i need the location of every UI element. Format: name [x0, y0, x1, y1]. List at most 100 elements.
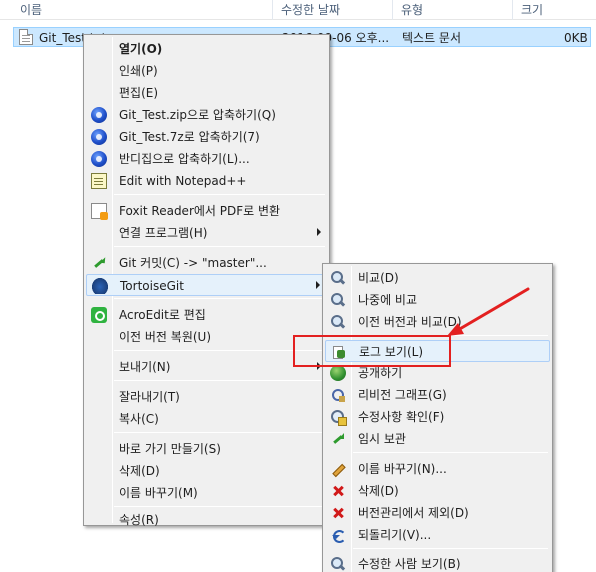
- acroedit-icon: [91, 307, 107, 323]
- menu-item-acroedit[interactable]: AcroEdit로 편집: [86, 304, 327, 326]
- submenu-item-stash[interactable]: 임시 보관: [325, 428, 550, 450]
- delete-x-icon: [330, 505, 346, 521]
- menu-item-open[interactable]: 열기(O): [86, 38, 327, 60]
- menu-item-edit[interactable]: 편집(E): [86, 82, 327, 104]
- tortoisegit-icon: [92, 278, 108, 294]
- zip-icon: [91, 129, 107, 145]
- menu-separator: [114, 298, 325, 299]
- file-type: 텍스트 문서: [402, 31, 462, 45]
- column-separator[interactable]: [392, 0, 393, 20]
- menu-separator: [114, 246, 325, 247]
- submenu-item-revision-graph[interactable]: 리비전 그래프(G): [325, 384, 550, 406]
- menu-item-label: 삭제(D): [358, 484, 399, 498]
- submenu-item-delete-keep-local[interactable]: 버전관리에서 제외(D): [325, 502, 550, 524]
- menu-item-label: 삭제(D): [119, 464, 160, 478]
- file-size: 0KB: [564, 31, 588, 45]
- menu-item-create-shortcut[interactable]: 바로 가기 만들기(S): [86, 438, 327, 460]
- menu-item-label: 속성(R): [119, 513, 159, 527]
- submenu-item-diff-later[interactable]: 나중에 비교: [325, 289, 550, 311]
- submenu-item-diff[interactable]: 비교(D): [325, 267, 550, 289]
- column-separator[interactable]: [512, 0, 513, 20]
- menu-item-label: 버전관리에서 제외(D): [358, 506, 469, 520]
- menu-item-open-with[interactable]: 연결 프로그램(H): [86, 222, 327, 244]
- menu-item-label: 이전 버전 복원(U): [119, 330, 212, 344]
- column-name-header[interactable]: 이름: [20, 2, 42, 18]
- magnifier-icon: [330, 314, 346, 330]
- menu-item-label: 반디집으로 압축하기(L)...: [119, 152, 250, 166]
- menu-item-label: TortoiseGit: [120, 279, 184, 293]
- menu-item-notepadpp[interactable]: Edit with Notepad++: [86, 170, 327, 192]
- menu-item-print[interactable]: 인쇄(P): [86, 60, 327, 82]
- submenu-item-check-modifications[interactable]: 수정사항 확인(F): [325, 406, 550, 428]
- menu-item-label: 이전 버전과 비교(D): [358, 315, 462, 329]
- menu-item-foxit[interactable]: Foxit Reader에서 PDF로 변환: [86, 200, 327, 222]
- menu-item-bandizip[interactable]: 반디집으로 압축하기(L)...: [86, 148, 327, 170]
- menu-item-label: Git 커밋(C) -> "master"...: [119, 256, 267, 270]
- menu-item-label: 열기(O): [119, 42, 163, 56]
- menu-item-label: 수정한 사람 보기(B): [358, 557, 461, 571]
- menu-item-7z[interactable]: Git_Test.7z로 압축하기(7): [86, 126, 327, 148]
- column-modified-header[interactable]: 수정한 날짜: [281, 2, 340, 18]
- stash-icon: [330, 431, 346, 447]
- menu-item-label: 잘라내기(T): [119, 390, 180, 404]
- column-type-header[interactable]: 유형: [401, 2, 423, 18]
- menu-item-git-commit[interactable]: Git 커밋(C) -> "master"...: [86, 252, 327, 274]
- menu-item-label: 리비전 그래프(G): [358, 388, 447, 402]
- menu-item-rename[interactable]: 이름 바꾸기(M): [86, 482, 327, 504]
- submenu-item-blame[interactable]: 수정한 사람 보기(B): [325, 553, 550, 572]
- menu-item-tortoisegit[interactable]: TortoiseGit: [86, 274, 327, 296]
- menu-item-label: Edit with Notepad++: [119, 174, 247, 188]
- menu-separator: [353, 548, 548, 549]
- submenu-item-rename[interactable]: 이름 바꾸기(N)...: [325, 458, 550, 480]
- globe-icon: [330, 365, 346, 381]
- menu-item-cut[interactable]: 잘라내기(T): [86, 386, 327, 408]
- menu-item-label: AcroEdit로 편집: [119, 308, 206, 322]
- menu-item-label: 수정사항 확인(F): [358, 410, 445, 424]
- menu-separator: [114, 380, 325, 381]
- magnifier-icon: [330, 292, 346, 308]
- highlight-box: [293, 335, 451, 367]
- menu-item-zip[interactable]: Git_Test.zip으로 압축하기(Q): [86, 104, 327, 126]
- menu-item-label: 바로 가기 만들기(S): [119, 442, 221, 456]
- menu-item-label: Git_Test.zip으로 압축하기(Q): [119, 108, 276, 122]
- menu-item-label: 임시 보관: [358, 432, 406, 446]
- menu-item-label: Git_Test.7z로 압축하기(7): [119, 130, 260, 144]
- menu-item-restore-previous[interactable]: 이전 버전 복원(U): [86, 326, 327, 348]
- submenu-item-delete[interactable]: 삭제(D): [325, 480, 550, 502]
- menu-item-copy[interactable]: 복사(C): [86, 408, 327, 430]
- magnifier-icon: [330, 556, 346, 572]
- menu-item-label: 공개하기: [358, 366, 403, 380]
- menu-item-label: 이름 바꾸기(N)...: [358, 462, 447, 476]
- column-header-bar: 이름 수정한 날짜 유형 크기: [0, 0, 596, 20]
- delete-x-icon: [330, 483, 346, 499]
- magnifier-icon: [330, 270, 346, 286]
- menu-item-label: 비교(D): [358, 271, 399, 285]
- check-modifications-icon: [330, 409, 347, 426]
- menu-item-send-to[interactable]: 보내기(N): [86, 356, 327, 378]
- zip-icon: [91, 151, 107, 167]
- column-separator[interactable]: [272, 0, 273, 20]
- text-file-icon: [19, 29, 33, 45]
- submenu-arrow-icon: [317, 228, 321, 236]
- submenu-item-revert[interactable]: 되돌리기(V)...: [325, 524, 550, 546]
- pencil-icon: [330, 461, 346, 477]
- menu-item-label: 되돌리기(V)...: [358, 528, 432, 542]
- menu-item-label: 복사(C): [119, 412, 159, 426]
- revision-graph-icon: [330, 387, 346, 403]
- submenu-item-diff-previous[interactable]: 이전 버전과 비교(D): [325, 311, 550, 333]
- menu-item-label: 편집(E): [119, 86, 159, 100]
- menu-item-label: 인쇄(P): [119, 64, 158, 78]
- tortoisegit-submenu: 비교(D) 나중에 비교 이전 버전과 비교(D) 로그 보기(L) 공개하기 …: [322, 263, 553, 572]
- column-size-header[interactable]: 크기: [521, 2, 543, 18]
- menu-item-label: 나중에 비교: [358, 293, 418, 307]
- menu-separator: [114, 194, 325, 195]
- zip-icon: [91, 107, 107, 123]
- menu-item-label: 보내기(N): [119, 360, 171, 374]
- submenu-arrow-icon: [316, 281, 320, 289]
- menu-separator: [114, 432, 325, 433]
- context-menu: 열기(O) 인쇄(P) 편집(E) Git_Test.zip으로 압축하기(Q)…: [83, 34, 330, 527]
- menu-item-delete[interactable]: 삭제(D): [86, 460, 327, 482]
- revert-icon: [330, 527, 346, 543]
- menu-separator: [353, 452, 548, 453]
- menu-item-properties[interactable]: 속성(R): [86, 502, 327, 527]
